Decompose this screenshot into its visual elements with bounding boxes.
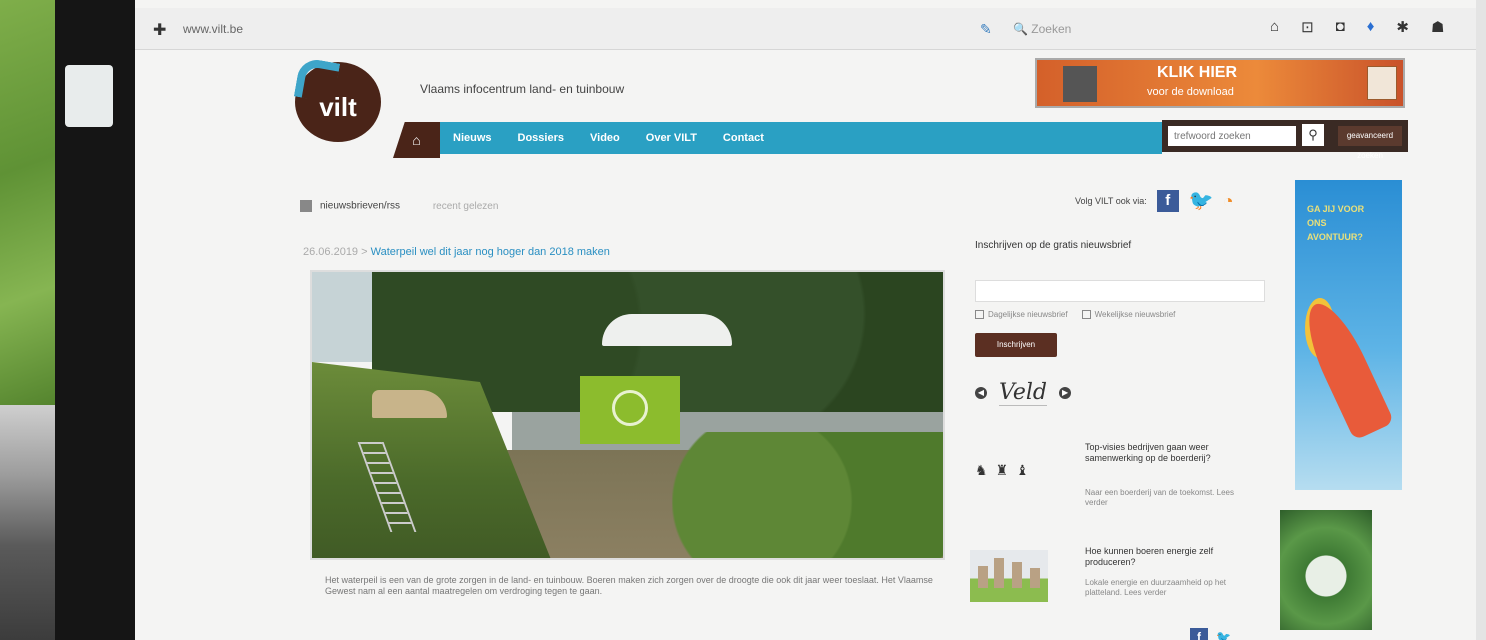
twitter-icon[interactable]: 🐦 bbox=[1216, 628, 1234, 640]
veld-magazine-logo[interactable]: Veld bbox=[999, 380, 1048, 406]
home-icon[interactable]: ⌂ bbox=[1270, 18, 1279, 36]
bezel-sticker bbox=[65, 65, 113, 127]
monitor-screen: ✚ www.vilt.be ✎ 🔍 Zoeken ⌂ ⊡ ◘ ♦ ✱ ☗ vil… bbox=[135, 0, 1476, 640]
article-title-link[interactable]: Waterpeil wel dit jaar nog hoger dan 201… bbox=[371, 246, 610, 258]
twitter-icon[interactable]: 🐦 bbox=[1189, 190, 1214, 212]
checkbox-daily-box[interactable] bbox=[975, 310, 984, 320]
animal-icon: ♝ bbox=[1016, 461, 1029, 478]
side-news-2-title[interactable]: Hoe kunnen boeren energie zelf producere… bbox=[1085, 546, 1255, 568]
skyscraper-ad-text: GA JIJ VOOR ONS AVONTUUR? bbox=[1307, 204, 1365, 242]
site-search: ⚲ geavanceerd zoeken bbox=[1162, 120, 1408, 160]
nav-item-over-vilt[interactable]: Over VILT bbox=[633, 132, 710, 144]
browser-search-input[interactable]: 🔍 Zoeken bbox=[1005, 18, 1255, 40]
magazine-carousel: ◀ Veld ▶ bbox=[975, 380, 1072, 406]
search-icon[interactable]: ⚲ bbox=[1302, 124, 1324, 146]
main-navigation: Nieuws Dossiers Video Over VILT Contact bbox=[440, 122, 1162, 154]
download-icon[interactable]: ⊡ bbox=[1301, 18, 1314, 36]
checkbox-weekly-label: Wekelijkse nieuwsbrief bbox=[1094, 310, 1176, 319]
animal-icon: ♜ bbox=[995, 461, 1009, 478]
checkbox-weekly[interactable]: Wekelijkse nieuwsbrief bbox=[1081, 310, 1176, 320]
facebook-icon[interactable]: f bbox=[1190, 628, 1208, 640]
photo-sandbags bbox=[372, 390, 447, 418]
photo-scene: ✚ www.vilt.be ✎ 🔍 Zoeken ⌂ ⊡ ◘ ♦ ✱ ☗ vil… bbox=[0, 0, 1486, 640]
carousel-next-icon[interactable]: ▶ bbox=[1059, 387, 1072, 399]
nav-item-contact[interactable]: Contact bbox=[710, 132, 777, 144]
side-news-1-thumbnail[interactable]: ♞ ♜ ♝ bbox=[975, 455, 1070, 485]
bottom-advertisement[interactable] bbox=[1280, 510, 1372, 630]
building-shape bbox=[978, 566, 988, 588]
extension-icon[interactable]: ♦ bbox=[1367, 18, 1375, 36]
banner-headline: KLIK HIER bbox=[1157, 64, 1237, 81]
checkbox-daily[interactable]: Dagelijkse nieuwsbrief bbox=[975, 310, 1068, 320]
follow-links: Volg VILT ook via: f 🐦 ◔ bbox=[1075, 190, 1245, 212]
building-shape bbox=[1030, 568, 1040, 588]
browser-toolbar-icons: ⌂ ⊡ ◘ ♦ ✱ ☗ bbox=[1270, 18, 1444, 36]
nav-item-dossiers[interactable]: Dossiers bbox=[505, 132, 577, 144]
rocket-illustration bbox=[1295, 295, 1395, 441]
star-icon[interactable]: ✱ bbox=[1396, 18, 1409, 36]
subscribe-button[interactable]: Inschrijven bbox=[975, 333, 1057, 357]
article-photo[interactable] bbox=[310, 270, 945, 560]
menu-icon[interactable]: ☗ bbox=[1431, 18, 1444, 36]
share-links: f 🐦 bbox=[1190, 628, 1234, 640]
animal-icon: ♞ bbox=[975, 461, 988, 478]
checkbox-daily-label: Dagelijkse nieuwsbrief bbox=[988, 310, 1068, 319]
newsletter-link[interactable]: nieuwsbrieven/rss bbox=[320, 201, 400, 212]
advanced-search-button[interactable]: geavanceerd zoeken bbox=[1338, 126, 1402, 160]
article-excerpt: Het waterpeil is een van de grote zorgen… bbox=[325, 575, 933, 596]
browser-toolbar: ✚ www.vilt.be ✎ 🔍 Zoeken ⌂ ⊡ ◘ ♦ ✱ ☗ bbox=[135, 8, 1476, 50]
newsletter-email-field[interactable] bbox=[975, 280, 1265, 302]
banner-advertisement[interactable]: KLIK HIER voor de download bbox=[1035, 58, 1405, 108]
follow-label: Volg VILT ook via: bbox=[1075, 196, 1147, 206]
building-shape bbox=[1012, 562, 1022, 588]
home-icon: ⌂ bbox=[412, 132, 421, 148]
checkbox-weekly-box[interactable] bbox=[1081, 310, 1091, 320]
side-news-1-desc: Naar een boerderij van de toekomst. Lees… bbox=[1085, 488, 1234, 507]
logo-swoosh bbox=[293, 56, 341, 104]
banner-image-right bbox=[1367, 66, 1397, 100]
side-news-1-title[interactable]: Top-visies bedrijven gaan weer samenwerk… bbox=[1085, 442, 1255, 464]
nav-home-button[interactable]: ⌂ bbox=[393, 122, 440, 158]
side-news-2-desc: Lokale energie en duurzaamheid op het pl… bbox=[1085, 578, 1226, 597]
monitor-right-edge bbox=[1476, 0, 1486, 640]
building-shape bbox=[994, 558, 1004, 588]
nav-item-nieuws[interactable]: Nieuws bbox=[440, 132, 505, 144]
newsletter-options: Dagelijkse nieuwsbrief Wekelijkse nieuws… bbox=[975, 310, 1176, 320]
flag-emblem bbox=[612, 390, 648, 426]
nav-item-video[interactable]: Video bbox=[577, 132, 633, 144]
skyscraper-advertisement[interactable]: GA JIJ VOOR ONS AVONTUUR? bbox=[1295, 180, 1402, 490]
browser-search-placeholder: Zoeken bbox=[1031, 22, 1072, 36]
photo-bushes bbox=[672, 432, 943, 558]
banner-image-left bbox=[1063, 66, 1097, 102]
newsletter-title: Inschrijven op de gratis nieuwsbrief bbox=[975, 240, 1132, 251]
rss-icon[interactable]: ◔ bbox=[1223, 190, 1245, 212]
carousel-prev-icon[interactable]: ◀ bbox=[975, 387, 987, 399]
photo-umbrella bbox=[602, 314, 732, 346]
banner-subtext: voor de download bbox=[1147, 86, 1234, 98]
breadcrumb: 26.06.2019 > Waterpeil wel dit jaar nog … bbox=[303, 246, 610, 258]
site-tagline: Vlaams infocentrum land- en tuinbouw bbox=[420, 82, 625, 96]
vilt-logo[interactable]: vilt bbox=[293, 56, 381, 142]
newsletter-icon bbox=[300, 200, 312, 212]
vilt-website: vilt Vlaams infocentrum land- en tuinbou… bbox=[135, 50, 1476, 640]
pocket-icon[interactable]: ◘ bbox=[1336, 18, 1345, 36]
article-date: 26.06.2019 bbox=[303, 246, 359, 258]
photo-flag bbox=[580, 376, 680, 444]
facebook-icon[interactable]: f bbox=[1156, 190, 1179, 212]
recent-link[interactable]: recent gelezen bbox=[433, 201, 499, 212]
edit-icon[interactable]: ✎ bbox=[980, 21, 992, 38]
address-bar[interactable]: www.vilt.be bbox=[183, 22, 243, 36]
back-arrow-icon[interactable]: ✚ bbox=[153, 20, 166, 40]
utility-links: nieuwsbrieven/rss recent gelezen bbox=[300, 200, 498, 212]
side-news-2-thumbnail[interactable] bbox=[970, 550, 1048, 602]
site-search-input[interactable] bbox=[1168, 126, 1296, 146]
